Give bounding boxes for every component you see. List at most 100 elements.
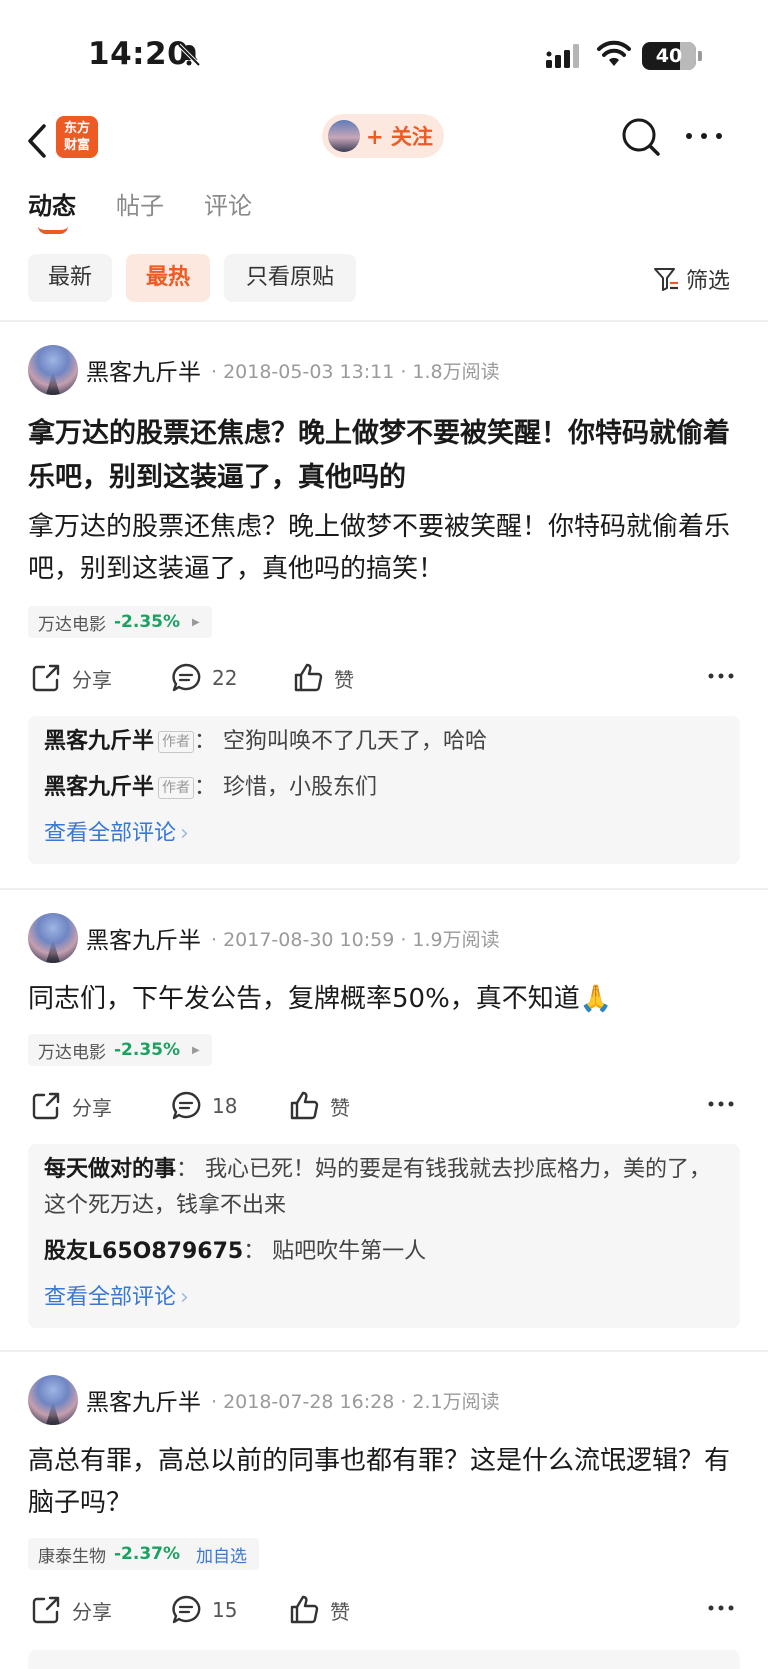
back-arrow-icon[interactable]: [22, 120, 52, 162]
thumbs-up-icon: [294, 663, 323, 692]
comment-user[interactable]: 黑客九斤半: [44, 775, 154, 800]
like-button[interactable]: 赞: [292, 658, 354, 698]
comment-text: ： 空狗叫唤不了几天了，哈哈: [194, 729, 488, 754]
divider: [0, 320, 768, 322]
author-name[interactable]: 黑客九斤半: [86, 921, 201, 955]
share-icon: [32, 1596, 60, 1624]
post-body[interactable]: 同志们，下午发公告，复牌概率50%，真不知道🙏: [28, 978, 740, 1020]
share-button[interactable]: 分享: [30, 1590, 112, 1630]
avatar[interactable]: [28, 345, 78, 395]
comment-line[interactable]: 每天做对的事： 我心已死！妈的要是有钱我就去抄底格力，美的了，这个死万达，钱拿不…: [44, 1152, 724, 1224]
author-name[interactable]: 黑客九斤半: [86, 1383, 201, 1417]
comment-line[interactable]: 黑客九斤半 作者： 珍惜，小股东们: [44, 770, 724, 806]
stock-tag[interactable]: 万达电影 -2.35% ▶: [28, 606, 212, 638]
post-title[interactable]: 拿万达的股票还焦虑？晚上做梦不要被笑醒！你特码就偷着乐吧，别到这装逼了，真他吗的: [28, 412, 740, 500]
filter-icon: [654, 268, 678, 291]
filter-row: 最新 最热 只看原贴 筛选: [0, 254, 768, 306]
post-body[interactable]: 拿万达的股票还焦虑？晚上做梦不要被笑醒！你特码就偷着乐吧，别到这装逼了，真他吗的…: [28, 506, 740, 590]
follow-button[interactable]: + 关注: [322, 114, 444, 158]
comment-count: 22: [212, 666, 238, 690]
divider: [0, 1350, 768, 1352]
add-watchlist-link[interactable]: 加自选: [196, 1542, 247, 1567]
comment-text: ： 珍惜，小股东们: [194, 775, 378, 800]
share-button[interactable]: 分享: [30, 1086, 112, 1126]
battery-level: 40: [655, 45, 683, 67]
post-meta: · 2017-08-30 10:59 · 1.9万阅读: [211, 928, 500, 951]
stock-name: 万达电影: [38, 1042, 106, 1063]
like-button[interactable]: 赞: [288, 1086, 350, 1126]
stock-change: -2.37%: [114, 1544, 181, 1564]
filter-hot[interactable]: 最热: [126, 254, 210, 302]
filter-original-only[interactable]: 只看原贴: [224, 254, 356, 302]
post-meta: · 2018-07-28 16:28 · 2.1万阅读: [211, 1390, 500, 1413]
filter-button[interactable]: 筛选: [652, 262, 730, 296]
follow-label: + 关注: [366, 125, 433, 149]
app-logo[interactable]: 东方 财富: [56, 116, 98, 158]
post-actions: 分享 18 赞: [0, 1086, 768, 1126]
more-dots-icon[interactable]: [708, 672, 734, 680]
post-header: 黑客九斤半 · 2018-07-28 16:28 · 2.1万阅读: [28, 1374, 500, 1426]
battery-icon: 40: [642, 42, 702, 70]
avatar[interactable]: [28, 1375, 78, 1425]
tab-posts[interactable]: 帖子: [116, 186, 164, 221]
comment-count: 18: [212, 1094, 238, 1118]
view-all-label: 查看全部评论: [44, 1285, 177, 1310]
comment-user[interactable]: 每天做对的事: [44, 1157, 176, 1182]
post-actions: 分享 15 赞: [0, 1590, 768, 1630]
view-all-comments-link[interactable]: 查看全部评论 ›: [44, 816, 724, 852]
comment-preview-box[interactable]: 每天做对的事： 我心已死！妈的要是有钱我就去抄底格力，美的了，这个死万达，钱拿不…: [28, 1144, 740, 1328]
comment-button[interactable]: 22: [170, 658, 237, 698]
post-actions: 分享 22 赞: [0, 658, 768, 698]
comment-line[interactable]: 股友L65O879675： 贴吧吹牛第一人: [44, 1234, 724, 1270]
comment-button[interactable]: 18: [170, 1086, 237, 1126]
more-dots-icon[interactable]: [708, 1604, 734, 1612]
more-dots-icon[interactable]: [708, 1100, 734, 1108]
logo-text-bottom: 财富: [63, 138, 90, 153]
thumbs-up-icon: [290, 1595, 319, 1624]
tab-active-indicator: [38, 226, 68, 234]
avatar: [328, 120, 360, 152]
wifi-icon: [597, 40, 631, 66]
stock-tag[interactable]: 万达电影 -2.35% ▶: [28, 1034, 212, 1066]
view-all-label: 查看全部评论: [44, 821, 177, 846]
comment-preview-box[interactable]: 黑客九斤半 作者： 空狗叫唤不了几天了，哈哈 黑客九斤半 作者： 珍惜，小股东们 查…: [28, 716, 740, 864]
status-time: 14:20: [88, 36, 190, 72]
comment-button[interactable]: 15: [170, 1590, 237, 1630]
share-icon: [32, 664, 60, 692]
avatar[interactable]: [28, 913, 78, 963]
chevron-right-icon: ›: [180, 1285, 189, 1310]
comment-line[interactable]: 黑客九斤半 作者： 空狗叫唤不了几天了，哈哈: [44, 724, 724, 760]
signal-icon: [546, 44, 579, 68]
filter-latest[interactable]: 最新: [28, 254, 112, 302]
status-bar: 14:20 40: [0, 0, 768, 108]
author-badge: 作者: [158, 731, 195, 753]
comment-user[interactable]: 黑客九斤半: [44, 729, 154, 754]
post-body[interactable]: 高总有罪，高总以前的同事也都有罪？这是什么流氓逻辑？有脑子吗？: [28, 1440, 740, 1524]
comment-user[interactable]: 股友L65O879675: [44, 1239, 243, 1264]
logo-text-top: 东方: [63, 121, 90, 136]
share-button[interactable]: 分享: [30, 658, 112, 698]
stock-name: 万达电影: [38, 614, 106, 635]
comment-icon: [172, 1595, 201, 1624]
more-dots-icon[interactable]: [684, 130, 724, 142]
tab-feed[interactable]: 动态: [28, 186, 76, 221]
chevron-right-icon: ›: [180, 821, 189, 846]
view-all-comments-link[interactable]: 查看全部评论 ›: [44, 1280, 724, 1316]
top-nav-bar: 东方 财富 + 关注: [0, 108, 768, 176]
filter-label: 筛选: [686, 269, 731, 294]
like-label: 赞: [330, 1599, 350, 1624]
search-icon[interactable]: [620, 116, 662, 158]
stock-name: 康泰生物: [38, 1546, 106, 1567]
like-button[interactable]: 赞: [288, 1590, 350, 1630]
share-label: 分享: [72, 1599, 112, 1624]
stock-tag[interactable]: 康泰生物 -2.37% 加自选: [28, 1538, 260, 1570]
share-icon: [32, 1092, 60, 1120]
post-header: 黑客九斤半 · 2017-08-30 10:59 · 1.9万阅读: [28, 912, 500, 964]
comment-icon: [172, 663, 201, 692]
share-label: 分享: [72, 1095, 112, 1120]
triangle-right-icon: ▶: [192, 616, 200, 628]
tab-comments[interactable]: 评论: [204, 186, 252, 221]
share-label: 分享: [72, 667, 112, 692]
author-name[interactable]: 黑客九斤半: [86, 353, 201, 387]
comment-preview-box[interactable]: [28, 1650, 740, 1669]
